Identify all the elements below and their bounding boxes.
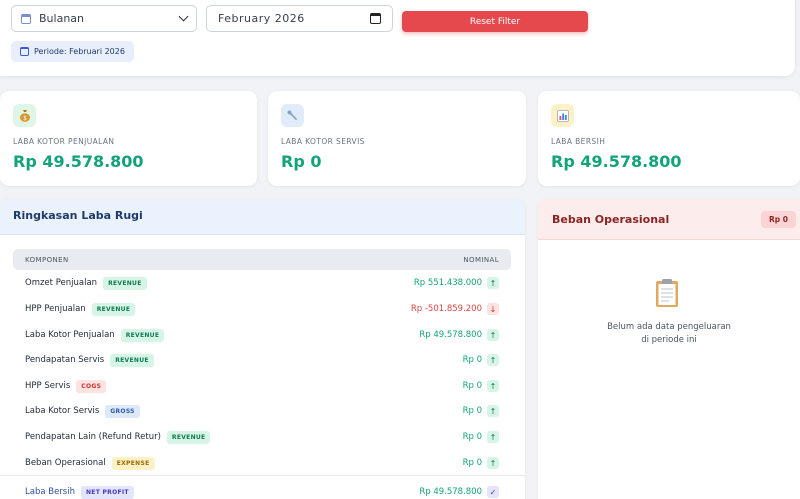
row-tag: EXPENSE	[111, 456, 155, 470]
row-amount: Rp -501.859.200	[410, 304, 482, 314]
row-name: HPP Penjualan	[25, 304, 86, 314]
clipboard-icon	[656, 279, 678, 307]
chevron-down-icon	[178, 11, 189, 22]
row-tag: NET PROFIT	[80, 485, 134, 499]
calendar-icon	[20, 47, 29, 56]
ringkasan-laba-rugi-panel: Ringkasan Laba Rugi KOMPONEN NOMINAL Omz…	[0, 199, 525, 499]
wrench-icon	[281, 104, 304, 127]
row-tag: REVENUE	[103, 276, 147, 290]
arrow-up-icon: ↑	[487, 329, 499, 341]
arrow-up-icon: ↑	[487, 431, 499, 443]
arrow-up-icon: ↑	[487, 354, 499, 366]
row-name: HPP Servis	[25, 381, 71, 391]
table-row: Beban Operasional EXPENSE Rp 0 ↑	[13, 453, 511, 473]
row-tag: REVENUE	[91, 302, 136, 316]
empty-state-text: Belum ada data pengeluaran di periode in…	[538, 321, 800, 346]
periode-label: Periode: Februari 2026	[34, 47, 125, 56]
table-row: Laba Kotor Penjualan REVENUE Rp 49.578.8…	[13, 325, 511, 345]
row-name: Laba Kotor Penjualan	[25, 330, 115, 340]
empty-line-1: Belum ada data pengeluaran	[607, 322, 731, 332]
row-tag: REVENUE	[166, 430, 211, 444]
calendar-icon	[21, 13, 31, 24]
row-name: Omzet Penjualan	[25, 278, 98, 288]
month-input[interactable]: February 2026	[206, 5, 393, 32]
table-row: Laba Kotor Servis GROSS Rp 0 ↑	[13, 401, 511, 421]
row-name: Pendapatan Lain (Refund Retur)	[25, 432, 161, 442]
stat-value: Rp 49.578.800	[13, 152, 144, 171]
row-amount: Rp 49.578.800	[419, 330, 482, 340]
panel-header: Beban Operasional Rp 0	[538, 199, 800, 240]
svg-text:$: $	[23, 115, 27, 122]
empty-line-2: di periode ini	[641, 334, 697, 345]
filter-card: Bulanan February 2026 Reset Filter Perio…	[0, 0, 795, 76]
panel-title: Beban Operasional	[552, 212, 670, 226]
table-row-net-profit: Laba Bersih NET PROFIT Rp 49.578.800 ✓	[13, 482, 511, 499]
total-badge: Rp 0	[761, 210, 796, 228]
row-tag: REVENUE	[110, 353, 154, 367]
beban-operasional-panel: Beban Operasional Rp 0 Belum ada data pe…	[538, 199, 800, 499]
table-row: HPP Servis COGS Rp 0 ↑	[13, 376, 511, 396]
row-name: Laba Bersih	[25, 487, 75, 497]
chart-icon	[551, 104, 574, 127]
period-type-value: Bulanan	[39, 12, 84, 25]
row-amount: Rp 551.438.000	[413, 278, 482, 288]
row-tag: GROSS	[105, 404, 140, 418]
arrow-down-icon: ↓	[487, 303, 499, 315]
month-input-value: February 2026	[218, 12, 305, 25]
row-amount: Rp 0	[462, 355, 482, 365]
row-amount: Rp 49.578.800	[419, 487, 482, 497]
reset-filter-button[interactable]: Reset Filter	[402, 11, 588, 32]
row-tag: COGS	[76, 379, 107, 393]
table-row: Pendapatan Servis REVENUE Rp 0 ↑	[13, 350, 511, 370]
check-icon: ✓	[487, 486, 499, 498]
row-amount: Rp 0	[462, 406, 482, 416]
row-amount: Rp 0	[462, 432, 482, 442]
arrow-up-icon: ↑	[487, 405, 499, 417]
table-header: KOMPONEN NOMINAL	[13, 249, 511, 270]
periode-badge: Periode: Februari 2026	[11, 41, 134, 62]
row-amount: Rp 0	[462, 381, 482, 391]
arrow-up-icon: ↑	[487, 380, 499, 392]
stat-label: LABA KOTOR SERVIS	[281, 137, 365, 146]
arrow-up-icon: ↑	[487, 457, 499, 469]
row-amount: Rp 0	[462, 458, 482, 468]
arrow-up-icon: ↑	[487, 277, 499, 289]
stat-card-laba-kotor-servis: LABA KOTOR SERVIS Rp 0	[268, 91, 526, 186]
period-type-select[interactable]: Bulanan	[11, 5, 197, 32]
table-row: Omzet Penjualan REVENUE Rp 551.438.000 ↑	[13, 273, 511, 293]
column-komponen: KOMPONEN	[25, 255, 69, 264]
row-tag: REVENUE	[120, 328, 165, 342]
row-name: Laba Kotor Servis	[25, 406, 100, 416]
stat-value: Rp 49.578.800	[551, 152, 682, 171]
row-name: Pendapatan Servis	[25, 355, 105, 365]
stat-card-laba-bersih: LABA BERSIH Rp 49.578.800	[538, 91, 800, 186]
column-nominal: NOMINAL	[463, 255, 499, 264]
stat-value: Rp 0	[281, 152, 322, 171]
table-row: Pendapatan Lain (Refund Retur) REVENUE R…	[13, 427, 511, 447]
stat-card-laba-kotor-penjualan: $ LABA KOTOR PENJUALAN Rp 49.578.800	[0, 91, 257, 186]
money-bag-icon: $	[13, 104, 36, 127]
table-row: HPP Penjualan REVENUE Rp -501.859.200 ↓	[13, 299, 511, 319]
calendar-picker-icon[interactable]	[370, 13, 381, 24]
stat-label: LABA BERSIH	[551, 137, 606, 146]
panel-title: Ringkasan Laba Rugi	[0, 199, 525, 235]
stat-label: LABA KOTOR PENJUALAN	[13, 137, 115, 146]
row-name: Beban Operasional	[25, 458, 106, 468]
